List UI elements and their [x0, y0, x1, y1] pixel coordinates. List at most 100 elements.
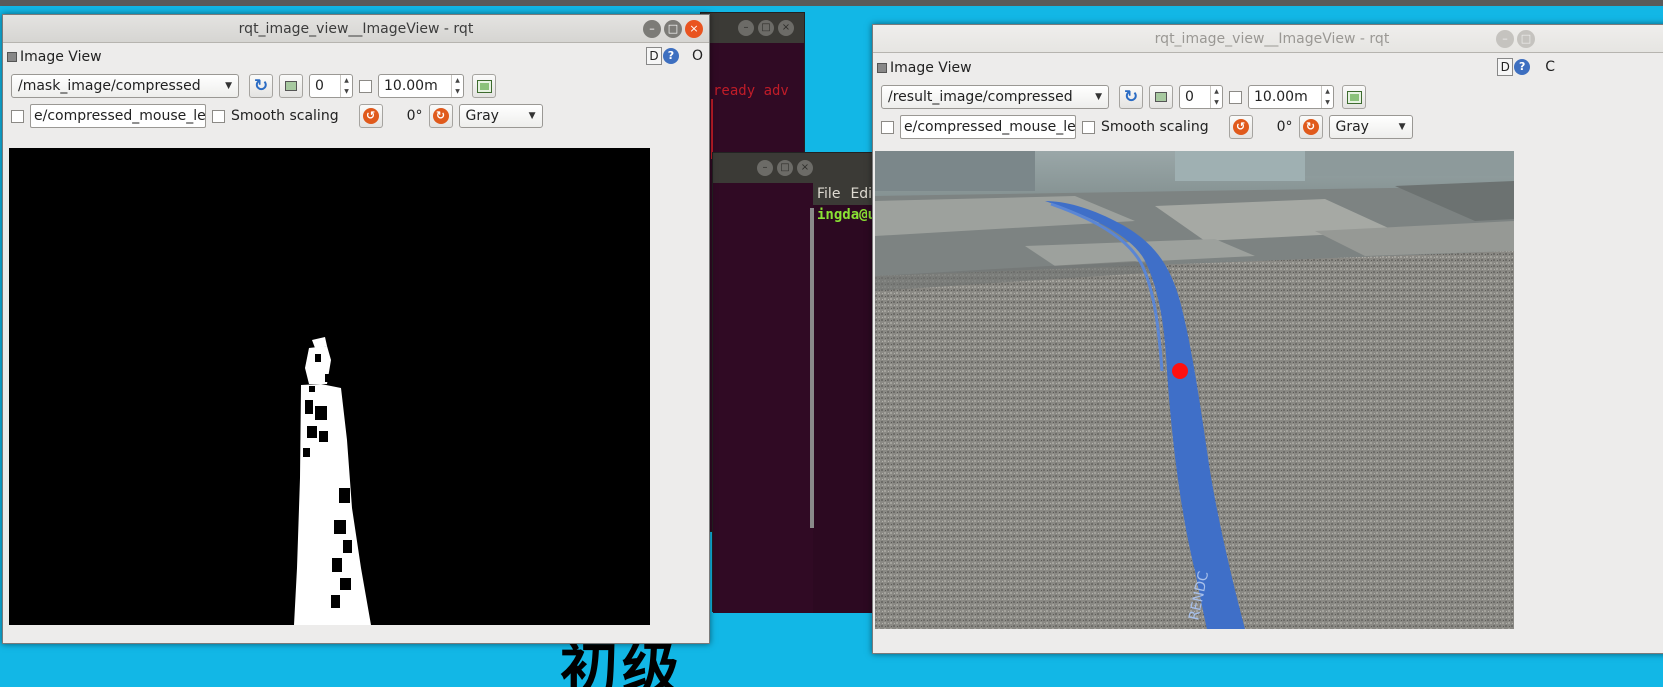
rotate-right-icon: ↻ [432, 108, 449, 124]
spin-down-icon[interactable]: ▼ [1322, 97, 1333, 108]
topic-select-value: /mask_image/compressed [18, 78, 201, 94]
save-image-button[interactable] [1342, 85, 1366, 109]
zoom-1-button[interactable] [1149, 85, 1173, 109]
maximize-icon[interactable]: □ [664, 20, 682, 38]
image-view-pane-header: Image View D ? O [3, 44, 709, 70]
window-title: rqt_image_view__ImageView - rqt [1154, 31, 1390, 47]
pane-close-button[interactable]: C [1545, 59, 1555, 75]
terminal-titlebar[interactable]: – □ × [713, 153, 881, 183]
background-terminal-2[interactable]: – □ × File Edit ingda@u [712, 152, 883, 613]
dynamic-range-checkbox[interactable] [1229, 90, 1242, 104]
frame-spinbox-value: 0 [315, 78, 324, 94]
rqt-window-result[interactable]: rqt_image_view__ImageView - rqt – □ Imag… [872, 24, 1663, 654]
smooth-scaling-checkbox[interactable] [212, 109, 225, 123]
color-scheme-value: Gray [1335, 119, 1369, 135]
dock-toggle-button[interactable]: D [645, 47, 662, 65]
rotate-right-button[interactable]: ↻ [428, 104, 453, 128]
color-scheme-select[interactable]: Gray ▼ [1328, 115, 1413, 139]
spin-down-icon[interactable]: ▼ [341, 86, 352, 97]
mouse-topic-field[interactable]: e/compressed_mouse_left [30, 104, 206, 128]
maximize-icon[interactable]: □ [758, 20, 774, 36]
terminal-error-marker [711, 99, 713, 159]
smooth-scaling-checkbox[interactable] [1082, 120, 1095, 134]
dock-toggle-button[interactable]: D [1497, 58, 1514, 76]
toolbar-row-1: /mask_image/compressed ▼ ↻ 0 ▲ ▼ 10.00m ▲… [3, 71, 709, 101]
window-titlebar[interactable]: rqt_image_view__ImageView - rqt – □ [873, 25, 1663, 53]
maximize-icon[interactable]: □ [1517, 30, 1535, 48]
timeout-spinbox[interactable]: 10.00m ▲ ▼ [1248, 85, 1334, 109]
rotate-left-icon: ↺ [1232, 119, 1249, 135]
pane-title: Image View [890, 60, 972, 76]
toolbar-row-2: e/compressed_mouse_left Smooth scaling ↺… [3, 101, 709, 131]
smooth-scaling-label: Smooth scaling [231, 108, 339, 124]
color-scheme-select[interactable]: Gray ▼ [458, 104, 543, 128]
spin-down-icon[interactable]: ▼ [1211, 97, 1222, 108]
rqt-window-mask[interactable]: rqt_image_view__ImageView - rqt – □ × Im… [2, 14, 710, 644]
mask-image[interactable] [9, 148, 650, 625]
timeout-spinbox[interactable]: 10.00m ▲ ▼ [378, 74, 464, 98]
spin-up-icon[interactable]: ▲ [1322, 86, 1333, 97]
minimize-icon[interactable]: – [643, 20, 661, 38]
minimize-icon[interactable]: – [1496, 30, 1514, 48]
timeout-spinbox-value: 10.00m [1254, 89, 1308, 105]
dock-grip-icon[interactable] [877, 63, 887, 73]
toolbar-row-2: e/compressed_mouse_left Smooth scaling ↺… [873, 112, 1663, 142]
close-icon[interactable]: × [685, 20, 703, 38]
refresh-topics-button[interactable]: ↻ [249, 74, 273, 98]
frame-spinbox[interactable]: 0 ▲ ▼ [1179, 85, 1223, 109]
mouse-topic-field[interactable]: e/compressed_mouse_left [900, 115, 1076, 139]
rotate-right-button[interactable]: ↻ [1298, 115, 1323, 139]
help-icon[interactable]: ? [1514, 59, 1531, 75]
terminal-scrollbar[interactable] [810, 208, 814, 528]
window-title: rqt_image_view__ImageView - rqt [238, 21, 474, 37]
image-view-pane-header: Image View D ? C [873, 55, 1663, 81]
spin-up-icon[interactable]: ▲ [341, 75, 352, 86]
desktop-top-strip [0, 0, 1663, 6]
refresh-topics-button[interactable]: ↻ [1119, 85, 1143, 109]
spin-down-icon[interactable]: ▼ [452, 86, 463, 97]
terminal-titlebar[interactable]: – □ × [701, 13, 804, 43]
terminal-scroll-region [713, 183, 813, 613]
chevron-down-icon: ▼ [225, 81, 232, 91]
refresh-icon: ↻ [253, 76, 269, 96]
save-image-button[interactable] [472, 74, 496, 98]
maximize-icon[interactable]: □ [777, 160, 793, 176]
dock-grip-icon[interactable] [7, 52, 17, 62]
window-titlebar[interactable]: rqt_image_view__ImageView - rqt – □ × [3, 15, 709, 43]
rotate-right-icon: ↻ [1302, 119, 1319, 135]
result-image-canvas: RENDC [875, 151, 1514, 629]
topic-select[interactable]: /result_image/compressed ▼ [881, 85, 1109, 109]
chevron-down-icon: ▼ [1095, 92, 1102, 102]
mask-image-canvas [9, 148, 650, 625]
spin-up-icon[interactable]: ▲ [452, 75, 463, 86]
chevron-down-icon: ▼ [1398, 122, 1406, 132]
rotate-left-button[interactable]: ↺ [358, 104, 383, 128]
chevron-down-icon: ▼ [528, 111, 536, 121]
pane-close-button[interactable]: O [692, 48, 703, 64]
rotation-label: 0° [1276, 119, 1293, 135]
frame-spinbox-value: 0 [1185, 89, 1194, 105]
spin-up-icon[interactable]: ▲ [1211, 86, 1222, 97]
timeout-spinbox-value: 10.00m [384, 78, 438, 94]
zoom-1-button[interactable] [279, 74, 303, 98]
publish-click-checkbox[interactable] [881, 120, 894, 134]
frame-spinbox[interactable]: 0 ▲ ▼ [309, 74, 353, 98]
zoom-1-icon [285, 81, 297, 91]
help-icon[interactable]: ? [662, 48, 679, 64]
minimize-icon[interactable]: – [757, 160, 773, 176]
terminal-output-text: ready adv [713, 83, 789, 99]
publish-click-checkbox[interactable] [11, 109, 24, 123]
zoom-1-icon [1155, 92, 1167, 102]
result-image[interactable]: RENDC [875, 151, 1514, 629]
dynamic-range-checkbox[interactable] [359, 79, 372, 93]
close-icon[interactable]: × [797, 160, 813, 176]
pane-title: Image View [20, 49, 102, 65]
topic-select[interactable]: /mask_image/compressed ▼ [11, 74, 239, 98]
rotate-left-button[interactable]: ↺ [1228, 115, 1253, 139]
save-image-icon [476, 79, 492, 93]
minimize-icon[interactable]: – [738, 20, 754, 36]
topic-select-value: /result_image/compressed [888, 89, 1073, 105]
menu-file[interactable]: File [817, 186, 840, 202]
color-scheme-value: Gray [465, 108, 499, 124]
close-icon[interactable]: × [778, 20, 794, 36]
